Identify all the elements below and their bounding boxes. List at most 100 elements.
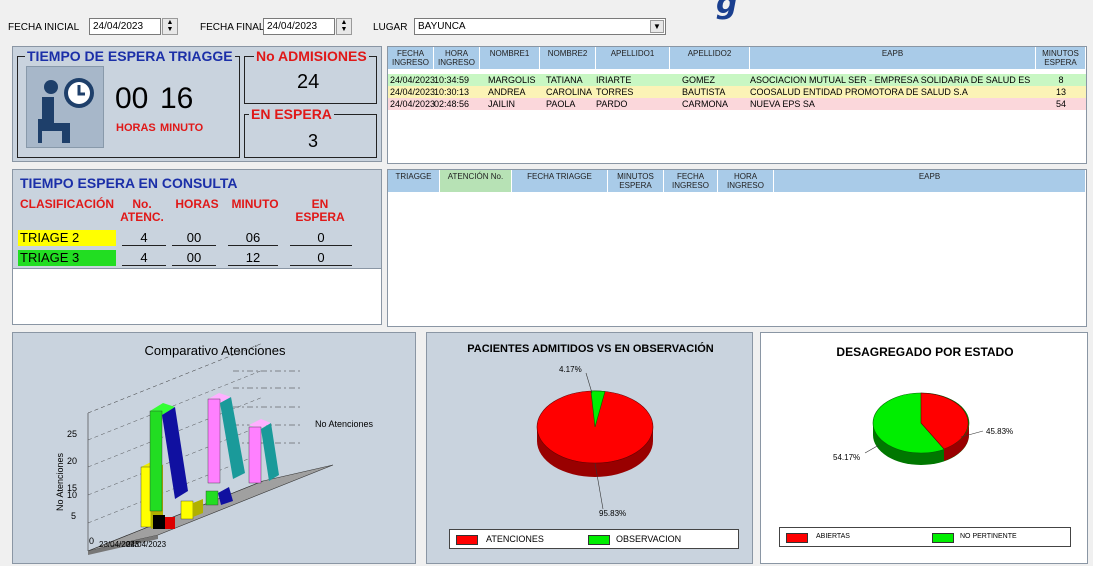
- cell-minutos: 13: [1036, 86, 1086, 98]
- fecha-inicial-input[interactable]: 24/04/2023: [89, 18, 161, 35]
- cell-nombre1: ANDREA: [488, 87, 526, 97]
- cell-apellido2: BAUTISTA: [682, 87, 726, 97]
- estado-chart-panel: DESAGREGADO POR ESTADO 45.83% 54.17% ABI…: [760, 332, 1088, 564]
- lugar-select[interactable]: BAYUNCA ▼: [414, 18, 666, 35]
- legend-label-observacion: OBSERVACION: [616, 534, 682, 544]
- col-header-fecha-ingreso-2[interactable]: FECHA INGRESO: [664, 170, 718, 192]
- admissions-value: 24: [297, 71, 320, 93]
- cell-nombre2: CAROLINA: [546, 87, 593, 97]
- consult-wait-panel-blank: [12, 269, 382, 325]
- table-row[interactable]: 24/04/2023 10:30:13 ANDREA CAROLINA TORRES BA…: [388, 86, 1086, 98]
- table-row[interactable]: 24/04/2023 02:48:56 JAILIN PAOLA PARDO CARMON…: [388, 98, 1086, 110]
- triage-wait-title: TIEMPO DE ESPERA TRIAGGE: [25, 48, 235, 64]
- classification-name: TRIAGE 3: [18, 250, 116, 266]
- admitidos-legend: ATENCIONES OBSERVACION: [449, 529, 739, 549]
- consult-espera-value: 0: [290, 230, 352, 246]
- col-header-apellido1[interactable]: APELLIDO1: [596, 47, 670, 69]
- cell-apellido1: IRIARTE: [596, 75, 632, 85]
- pie-label-abiertas: 45.83%: [986, 427, 1014, 436]
- comparativo-chart-svg: [87, 342, 334, 555]
- pie-label-atenciones: 95.83%: [599, 509, 627, 518]
- col-header-hora-ingreso[interactable]: HORA INGRESO: [434, 47, 480, 69]
- y-tick-5: 5: [71, 511, 77, 521]
- consult-wait-title: TIEMPO ESPERA EN CONSULTA: [20, 175, 238, 191]
- legend-swatch-no-pertinente: [932, 533, 954, 543]
- triage-hours-value: 00: [115, 82, 149, 115]
- comparativo-chart-panel: Comparativo Atenciones 25 20 15 10 5 0 N…: [12, 332, 416, 564]
- waiting-value: 3: [308, 131, 319, 151]
- col-header-hora-ingreso-2[interactable]: HORA INGRESO: [718, 170, 774, 192]
- pie-label-observacion: 4.17%: [559, 365, 582, 374]
- col-header-fecha-triagge[interactable]: FECHA TRIAGGE: [512, 170, 608, 192]
- col-header-eapb[interactable]: EAPB: [750, 47, 1036, 69]
- col-header-minutos-espera[interactable]: MINUTOS ESPERA: [1036, 47, 1086, 69]
- col-header-nombre1[interactable]: NOMBRE1: [480, 47, 540, 69]
- cell-eapb: NUEVA EPS SA: [750, 99, 815, 109]
- waiting-group: EN ESPERA 3: [244, 106, 377, 158]
- legend-label-abiertas: ABIERTAS: [816, 533, 850, 540]
- consult-header-espera: EN ESPERA: [295, 197, 345, 224]
- triage-hours-label: HORAS: [116, 122, 156, 134]
- waiting-title: EN ESPERA: [249, 106, 334, 122]
- legend-swatch-atenciones: [456, 535, 478, 545]
- consult-horas-value: 00: [172, 250, 216, 266]
- table-row[interactable]: 24/04/2023 10:34:59 MARGOLIS TATIANA IRIARTE…: [388, 74, 1086, 86]
- y-tick-20: 20: [67, 456, 78, 466]
- consult-header-atenc: No. ATENC.: [120, 197, 164, 224]
- fecha-final-input[interactable]: 24/04/2023: [263, 18, 335, 35]
- spin-up-icon[interactable]: ▲: [163, 19, 177, 26]
- classification-name: TRIAGE 2: [18, 230, 116, 246]
- triage-minutes-value: 16: [160, 82, 194, 115]
- admissions-title: No ADMISIONES: [254, 48, 369, 64]
- col-header-atencion-no[interactable]: ATENCIÓN No.: [440, 170, 512, 192]
- cell-apellido1: TORRES: [596, 87, 634, 97]
- admitidos-chart-panel: PACIENTES ADMITIDOS VS EN OBSERVACIÓN 4.…: [426, 332, 753, 564]
- legend-swatch-observacion: [588, 535, 610, 545]
- consult-header-horas: HORAS: [175, 197, 219, 211]
- cell-fecha: 24/04/2023: [390, 99, 436, 109]
- cell-nombre1: JAILIN: [488, 99, 516, 109]
- col-header-triagge[interactable]: TRIAGGE: [388, 170, 440, 192]
- cell-apellido2: GOMEZ: [682, 75, 715, 85]
- consult-header-minuto: MINUTO: [231, 197, 279, 211]
- legend-label-no-pertinente: NO PERTINENTE: [960, 533, 1017, 540]
- pie-label-no-pertinente: 54.17%: [833, 453, 861, 462]
- cell-minutos: 54: [1036, 98, 1086, 110]
- fecha-inicial-label: FECHA INICIAL: [8, 22, 80, 33]
- col-header-minutos-espera-2[interactable]: MINUTOS ESPERA: [608, 170, 664, 192]
- dropdown-arrow-icon[interactable]: ▼: [650, 20, 664, 33]
- cell-apellido2: CARMONA: [682, 99, 729, 109]
- spin-down-icon[interactable]: ▼: [163, 26, 177, 33]
- cell-eapb: COOSALUD ENTIDAD PROMOTORA DE SALUD S.A: [750, 87, 968, 97]
- spin-down-icon[interactable]: ▼: [337, 26, 351, 33]
- consult-espera-value: 0: [290, 250, 352, 266]
- y-tick-0: 0: [89, 536, 95, 546]
- col-header-nombre2[interactable]: NOMBRE2: [540, 47, 596, 69]
- cell-hora: 10:30:13: [434, 87, 470, 97]
- y-axis-label: No Atenciones: [55, 452, 65, 511]
- legend-swatch-abiertas: [786, 533, 808, 543]
- cell-hora: 10:34:59: [434, 75, 470, 85]
- chart-legend-label: No Atenciones: [315, 419, 374, 429]
- col-header-apellido2[interactable]: APELLIDO2: [670, 47, 750, 69]
- x-category-2: 24/04/2023: [126, 540, 167, 549]
- legend-label-atenciones: ATENCIONES: [486, 534, 544, 544]
- waiting-patients-table: FECHA INGRESO HORA INGRESO NOMBRE1 NOMBR…: [387, 46, 1087, 164]
- col-header-eapb-2[interactable]: EAPB: [774, 170, 1086, 192]
- lugar-value: BAYUNCA: [418, 21, 466, 32]
- estado-legend: ABIERTAS NO PERTINENTE: [779, 527, 1071, 547]
- spin-up-icon[interactable]: ▲: [337, 19, 351, 26]
- lugar-label: LUGAR: [373, 22, 408, 33]
- fecha-final-label: FECHA FINAL: [200, 22, 265, 33]
- cell-hora: 02:48:56: [434, 99, 470, 109]
- attention-table: TRIAGGE ATENCIÓN No. FECHA TRIAGGE MINUT…: [387, 169, 1087, 327]
- cell-fecha: 24/04/2023: [390, 75, 436, 85]
- col-header-fecha-ingreso[interactable]: FECHA INGRESO: [388, 47, 434, 69]
- fecha-final-spinner[interactable]: ▲ ▼: [336, 18, 352, 35]
- cell-nombre2: TATIANA: [546, 75, 583, 85]
- waiting-person-icon: [26, 66, 104, 148]
- consult-minuto-value: 06: [228, 230, 278, 246]
- admissions-group: No ADMISIONES 24: [244, 48, 377, 104]
- cell-apellido1: PARDO: [596, 99, 628, 109]
- fecha-inicial-spinner[interactable]: ▲ ▼: [162, 18, 178, 35]
